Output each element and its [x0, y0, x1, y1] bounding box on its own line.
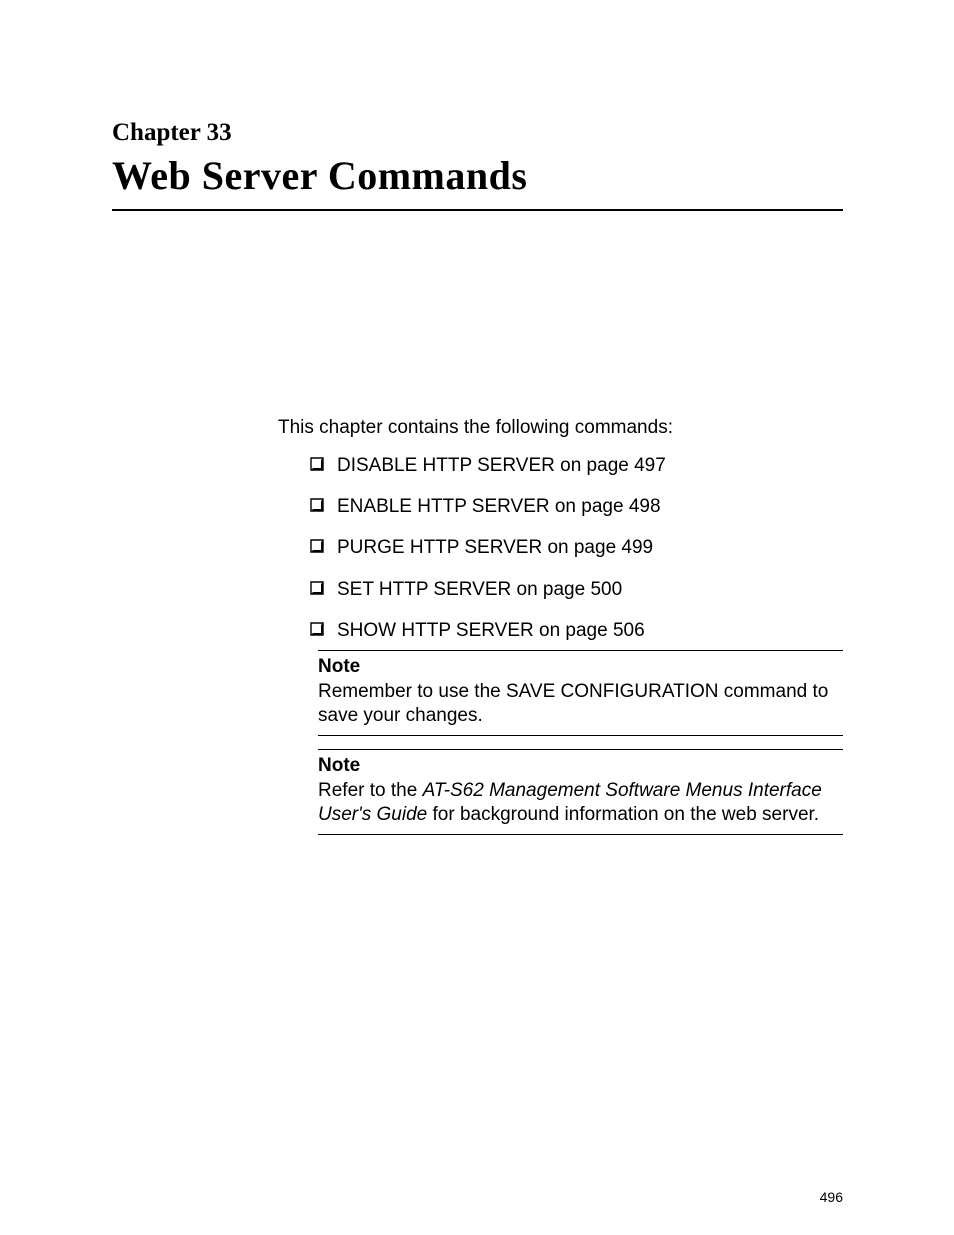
note-box: Note Remember to use the SAVE CONFIGURAT…	[318, 650, 843, 736]
list-item-text: SET HTTP SERVER on page 500	[337, 578, 622, 603]
note-heading: Note	[318, 754, 843, 779]
chapter-title-rule	[112, 209, 843, 211]
square-bullet-icon	[310, 457, 324, 471]
square-bullet-icon	[310, 498, 324, 512]
command-list: DISABLE HTTP SERVER on page 497 ENABLE H…	[310, 454, 830, 643]
note-body: Remember to use the SAVE CONFIGURATION c…	[318, 680, 843, 729]
square-bullet-icon	[310, 622, 324, 636]
list-item-text: PURGE HTTP SERVER on page 499	[337, 536, 653, 561]
list-item: SET HTTP SERVER on page 500	[310, 578, 830, 603]
note-body: Refer to the AT-S62 Management Software …	[318, 779, 843, 828]
list-item-text: ENABLE HTTP SERVER on page 498	[337, 495, 661, 520]
list-item: DISABLE HTTP SERVER on page 497	[310, 454, 830, 479]
list-item: PURGE HTTP SERVER on page 499	[310, 536, 830, 561]
note-heading: Note	[318, 655, 843, 680]
note-body-prefix: Refer to the	[318, 780, 423, 801]
list-item-text: DISABLE HTTP SERVER on page 497	[337, 454, 666, 479]
chapter-title: Web Server Commands	[112, 152, 527, 199]
intro-paragraph: This chapter contains the following comm…	[278, 416, 673, 441]
document-page: Chapter 33 Web Server Commands This chap…	[0, 0, 954, 1235]
list-item: ENABLE HTTP SERVER on page 498	[310, 495, 830, 520]
page-number: 496	[820, 1189, 843, 1205]
note-body-suffix: for background information on the web se…	[427, 804, 819, 825]
square-bullet-icon	[310, 539, 324, 553]
list-item-text: SHOW HTTP SERVER on page 506	[337, 619, 645, 644]
list-item: SHOW HTTP SERVER on page 506	[310, 619, 830, 644]
note-box: Note Refer to the AT-S62 Management Soft…	[318, 749, 843, 835]
square-bullet-icon	[310, 581, 324, 595]
chapter-label: Chapter 33	[112, 119, 232, 147]
